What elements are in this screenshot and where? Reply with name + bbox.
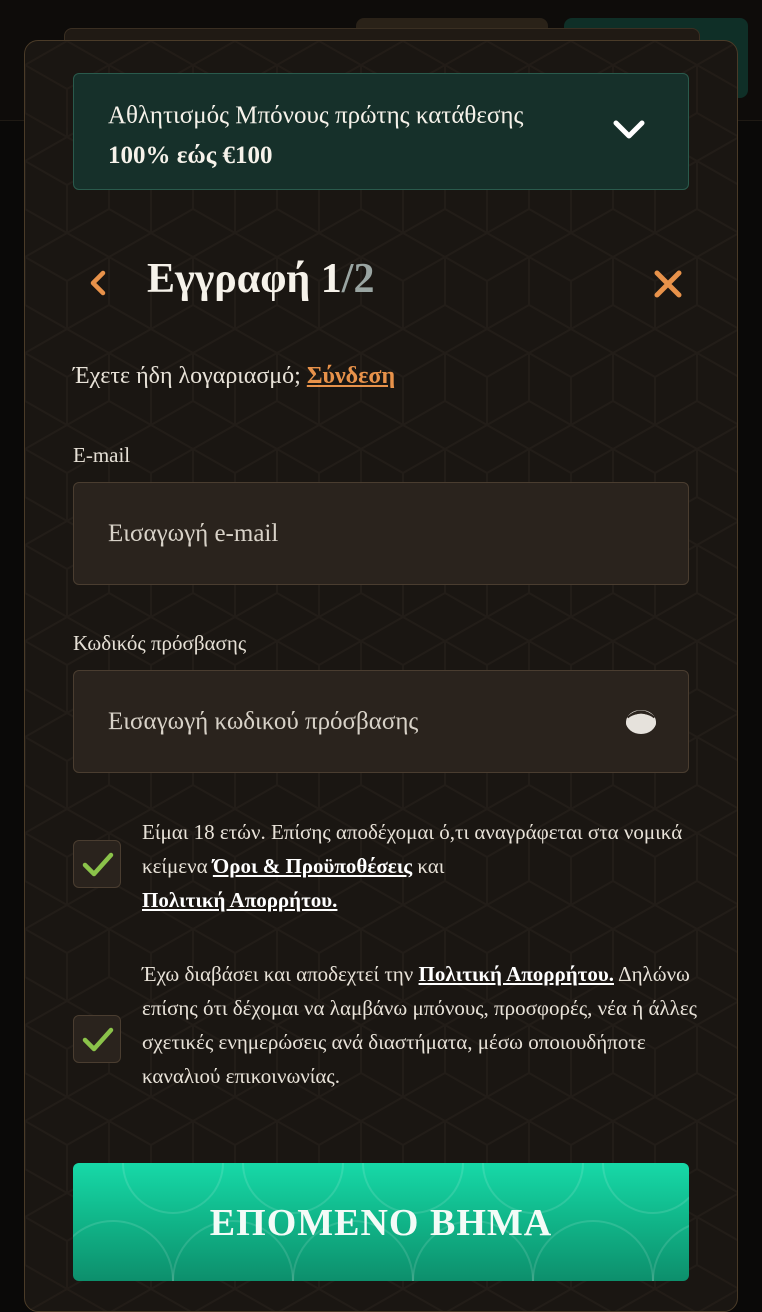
terms-text-mid: και <box>412 854 445 878</box>
email-placeholder: Εισαγωγή e-mail <box>108 520 279 547</box>
bonus-amount: 100% εώς €100 <box>108 142 273 169</box>
marketing-checkbox[interactable] <box>73 1015 121 1063</box>
modal-header: Εγγραφή 1/2 <box>73 251 689 321</box>
next-step-button[interactable]: ΕΠΟΜΕΝΟ ΒΗΜΑ <box>73 1163 689 1281</box>
password-placeholder: Εισαγωγή κωδικού πρόσβασης <box>108 708 419 735</box>
login-prompt: Έχετε ήδη λογαριασμό; Σύνδεση <box>73 363 395 390</box>
title-text: Εγγραφή <box>147 256 311 302</box>
chevron-down-icon <box>613 120 645 139</box>
checkmark-icon <box>82 852 114 877</box>
privacy-link[interactable]: Πολιτική Απορρήτου. <box>142 888 337 912</box>
login-prompt-text: Έχετε ήδη λογαριασμό; <box>73 363 301 389</box>
bonus-dropdown[interactable]: Αθλητισμός Μπόνους πρώτης κατάθεσης 100%… <box>73 73 689 190</box>
close-icon[interactable] <box>651 267 685 301</box>
marketing-text-before: Έχω διαβάσει και αποδεχτεί την <box>142 962 419 986</box>
bonus-title: Αθλητισμός Μπόνους πρώτης κατάθεσης <box>108 102 524 129</box>
chevron-left-icon[interactable] <box>83 265 113 301</box>
next-step-label: ΕΠΟΜΕΝΟ ΒΗΜΑ <box>209 1202 553 1244</box>
email-field[interactable]: Εισαγωγή e-mail <box>73 482 689 585</box>
email-label: E-mail <box>73 443 131 467</box>
checkmark-icon <box>82 1027 114 1052</box>
eye-icon[interactable] <box>624 707 658 737</box>
step-current: 1 <box>320 256 342 302</box>
password-field[interactable]: Εισαγωγή κωδικού πρόσβασης <box>73 670 689 773</box>
marketing-consent-text: Έχω διαβάσει και αποδεχτεί την Πολιτική … <box>142 957 702 1093</box>
privacy-link-2[interactable]: Πολιτική Απορρήτου. <box>419 962 614 986</box>
terms-link[interactable]: Όροι & Προϋποθέσεις <box>213 854 412 878</box>
terms-consent-text: Είμαι 18 ετών. Επίσης αποδέχομαι ό,τι αν… <box>142 815 702 917</box>
terms-checkbox[interactable] <box>73 840 121 888</box>
password-label: Κωδικός πρόσβασης <box>73 631 247 655</box>
login-link[interactable]: Σύνδεση <box>307 363 395 389</box>
registration-modal: Αθλητισμός Μπόνους πρώτης κατάθεσης 100%… <box>24 40 738 1312</box>
page-title: Εγγραφή 1/2 <box>147 255 374 303</box>
step-total: /2 <box>341 256 375 302</box>
